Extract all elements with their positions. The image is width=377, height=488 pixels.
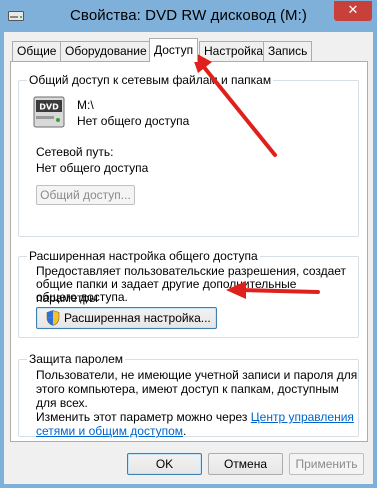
tab-recording[interactable]: Запись — [263, 41, 313, 61]
tab-label: Доступ — [154, 43, 194, 57]
cancel-button[interactable]: Отмена — [208, 453, 283, 475]
group-title: Расширенная настройка общего доступа — [27, 249, 260, 263]
network-sharing-group: Общий доступ к сетевым файлам и папкам D… — [18, 73, 359, 237]
tab-sharing[interactable]: Доступ — [149, 38, 199, 62]
advanced-description-line: Предоставляет пользовательские разрешени… — [36, 264, 347, 278]
close-button[interactable]: ✕ — [334, 1, 372, 21]
title-bar[interactable]: Свойства: DVD RW дисковод (M:) ✕ — [0, 0, 377, 32]
password-description-line: для всех. — [36, 396, 88, 410]
tab-label: Оборудование — [65, 44, 147, 58]
link-suffix: . — [183, 424, 187, 438]
network-center-link-continued[interactable]: сетями и общим доступом — [36, 424, 183, 438]
change-setting-text-line2: сетями и общим доступом. — [36, 424, 186, 438]
advanced-description-line: общего доступа. — [36, 290, 128, 304]
network-path-label: Сетевой путь: — [36, 145, 114, 159]
tab-label: Общие — [17, 44, 57, 58]
password-description-line: этого компьютера, имеют доступ к папкам,… — [36, 382, 339, 396]
password-protection-group: Защита паролем Пользователи, не имеющие … — [18, 352, 359, 438]
dialog-client: Общие Оборудование Доступ Настройка Запи… — [4, 32, 373, 484]
close-icon: ✕ — [347, 3, 359, 18]
change-setting-text: Изменить этот параметр можно через Центр… — [36, 410, 354, 424]
svg-text:DVD: DVD — [39, 103, 59, 112]
tab-customize[interactable]: Настройка — [199, 41, 269, 61]
dvd-drive-icon: DVD — [33, 96, 65, 128]
window-title: Свойства: DVD RW дисковод (M:) — [69, 7, 308, 24]
share-button[interactable]: Общий доступ... — [36, 185, 135, 205]
advanced-sharing-button[interactable]: Расширенная настройка... — [36, 307, 217, 329]
tab-general[interactable]: Общие — [12, 41, 62, 61]
properties-window: Свойства: DVD RW дисковод (M:) ✕ Общие О… — [0, 0, 377, 488]
sharing-tab-panel: Общий доступ к сетевым файлам и папкам D… — [10, 61, 368, 442]
tab-label: Настройка — [204, 44, 264, 58]
change-setting-label: Изменить этот параметр можно через — [36, 410, 248, 424]
tab-hardware[interactable]: Оборудование — [60, 41, 152, 61]
drive-share-status: Нет общего доступа — [77, 114, 190, 128]
uac-shield-icon — [46, 310, 60, 326]
tab-label: Запись — [268, 44, 308, 58]
password-description-line: Пользователи, не имеющие учетной записи … — [36, 368, 358, 382]
apply-button[interactable]: Применить — [289, 453, 364, 475]
group-title: Общий доступ к сетевым файлам и папкам — [27, 73, 274, 87]
advanced-sharing-label: Расширенная настройка... — [64, 311, 211, 325]
network-path-value: Нет общего доступа — [36, 161, 149, 175]
drive-name: M:\ — [77, 98, 94, 112]
advanced-sharing-group: Расширенная настройка общего доступа Пре… — [18, 249, 359, 338]
group-title: Защита паролем — [27, 352, 126, 366]
network-center-link[interactable]: Центр управления — [251, 410, 354, 424]
ok-button[interactable]: OK — [127, 453, 202, 475]
